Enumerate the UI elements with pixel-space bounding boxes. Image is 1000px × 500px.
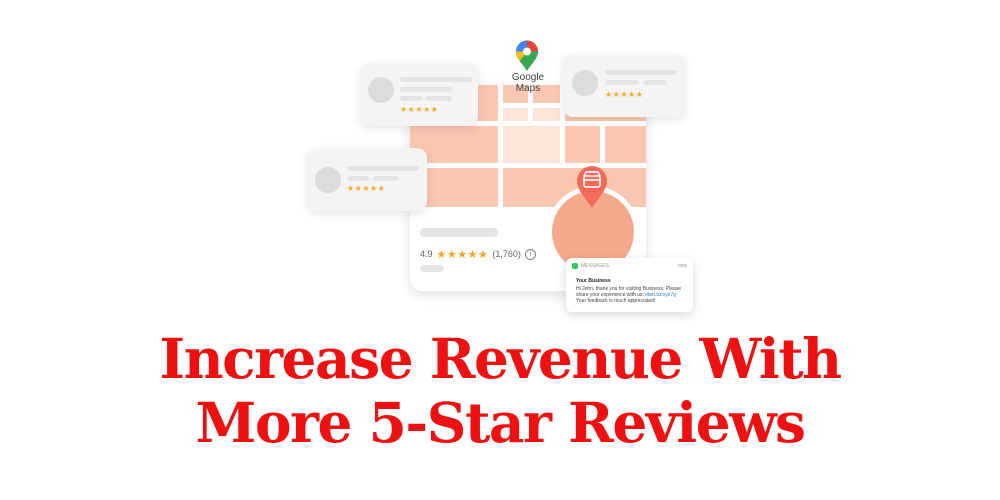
rating-value: 4.9 <box>420 249 433 259</box>
messages-app-icon <box>572 263 578 269</box>
notification-time: now <box>677 263 687 269</box>
notification-sender: Your Business <box>576 278 611 284</box>
store-pin-icon[interactable] <box>575 165 609 209</box>
review-count: (1,760) <box>492 249 521 259</box>
review-card[interactable]: ★★★★★ <box>307 148 427 211</box>
notification-app-name: MESSAGES <box>581 263 610 269</box>
avatar <box>315 167 341 193</box>
info-icon[interactable]: i <box>524 248 536 260</box>
listing-rating: 4.9 ★★★★★ (1,760) i <box>420 247 536 261</box>
headline: Increase Revenue With More 5-Star Review… <box>0 327 1000 455</box>
listing-name-placeholder <box>420 228 498 237</box>
review-stars: ★★★★★ <box>400 105 439 114</box>
listing-detail-placeholder <box>420 265 444 272</box>
notification-body: Hi John, thank you for visiting Business… <box>576 286 686 304</box>
review-stars: ★★★★★ <box>605 90 644 99</box>
rating-stars: ★★★★★ <box>436 248 489 261</box>
avatar <box>368 77 394 103</box>
avatar <box>572 70 598 96</box>
google-maps-label: Google Maps <box>511 72 545 94</box>
google-maps-pin-icon <box>516 40 538 71</box>
message-text-end: Your feedback is much appreciated! <box>576 298 656 304</box>
headline-line-2: More 5-Star Reviews <box>195 390 806 455</box>
review-card[interactable]: ★★★★★ <box>360 63 478 126</box>
notification-header: MESSAGES now <box>572 262 687 270</box>
sms-notification[interactable]: MESSAGES now Your Business Hi John, than… <box>566 258 693 312</box>
review-stars: ★★★★★ <box>347 184 386 193</box>
review-card[interactable]: ★★★★★ <box>563 54 685 117</box>
headline-line-1: Increase Revenue With <box>159 326 842 391</box>
